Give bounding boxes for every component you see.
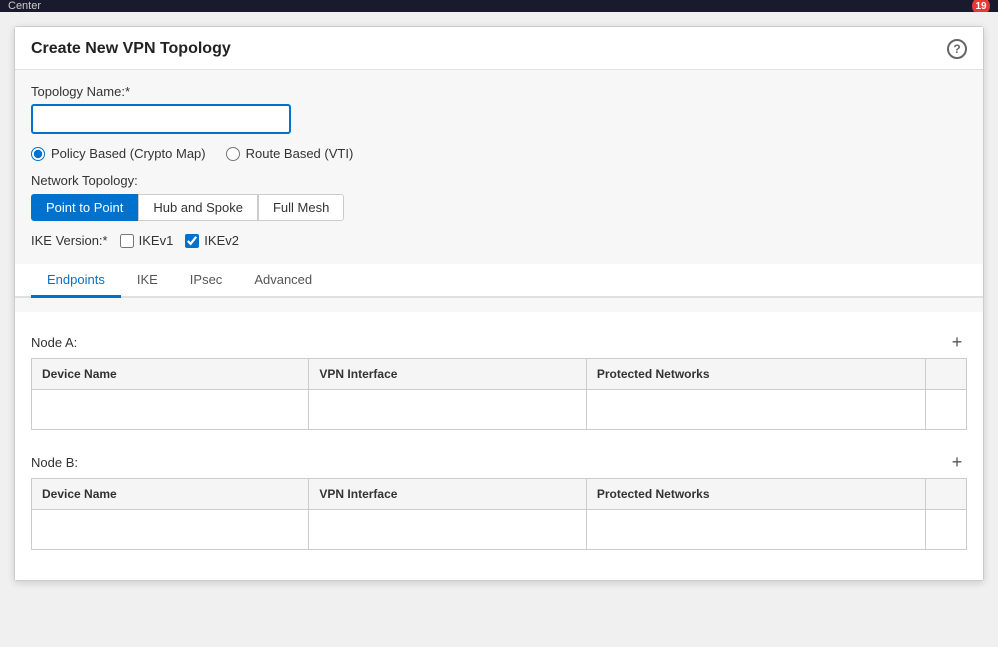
node-a-col-networks: Protected Networks bbox=[586, 359, 925, 390]
tab-advanced[interactable]: Advanced bbox=[238, 264, 328, 298]
node-a-header: Node A: + bbox=[31, 326, 967, 358]
ike-version-label: IKE Version:* bbox=[31, 233, 108, 248]
topology-button-group: Point to Point Hub and Spoke Full Mesh bbox=[31, 194, 967, 221]
content-area: Node A: + Device Name VPN Interface Prot… bbox=[15, 312, 983, 580]
node-a-label: Node A: bbox=[31, 335, 77, 350]
btn-point-to-point[interactable]: Point to Point bbox=[31, 194, 138, 221]
node-b-empty-networks bbox=[586, 510, 925, 550]
top-bar: Center 19 bbox=[0, 0, 998, 12]
node-b-col-vpn: VPN Interface bbox=[309, 479, 586, 510]
node-a-add-button[interactable]: + bbox=[947, 332, 967, 352]
node-b-col-actions bbox=[925, 479, 966, 510]
tab-ike[interactable]: IKE bbox=[121, 264, 174, 298]
ikev2-checkbox[interactable] bbox=[185, 234, 199, 248]
node-a-col-vpn: VPN Interface bbox=[309, 359, 586, 390]
tabs-bar: Endpoints IKE IPsec Advanced bbox=[15, 264, 983, 298]
route-based-radio-input[interactable] bbox=[226, 147, 240, 161]
node-b-empty-device bbox=[32, 510, 309, 550]
modal-header: Create New VPN Topology ? bbox=[15, 27, 983, 70]
node-b-empty-vpn bbox=[309, 510, 586, 550]
ike-version-row: IKE Version:* IKEv1 IKEv2 bbox=[31, 233, 967, 248]
policy-based-radio-input[interactable] bbox=[31, 147, 45, 161]
modal-title: Create New VPN Topology bbox=[31, 40, 231, 58]
topology-name-group: Topology Name:* bbox=[31, 84, 967, 134]
ikev2-checkbox-item[interactable]: IKEv2 bbox=[185, 233, 239, 248]
node-b-header: Node B: + bbox=[31, 446, 967, 478]
topology-name-label: Topology Name:* bbox=[31, 84, 967, 99]
node-b-section: Node B: + Device Name VPN Interface Prot… bbox=[31, 446, 967, 550]
node-a-col-actions bbox=[925, 359, 966, 390]
btn-hub-and-spoke[interactable]: Hub and Spoke bbox=[138, 194, 258, 221]
policy-based-radio[interactable]: Policy Based (Crypto Map) bbox=[31, 146, 206, 161]
node-b-empty-row bbox=[32, 510, 967, 550]
node-a-section: Node A: + Device Name VPN Interface Prot… bbox=[31, 326, 967, 430]
policy-based-label: Policy Based (Crypto Map) bbox=[51, 146, 206, 161]
node-b-add-button[interactable]: + bbox=[947, 452, 967, 472]
node-a-table-header-row: Device Name VPN Interface Protected Netw… bbox=[32, 359, 967, 390]
modal: Create New VPN Topology ? Topology Name:… bbox=[14, 26, 984, 581]
help-icon[interactable]: ? bbox=[947, 39, 967, 59]
node-b-empty-actions bbox=[925, 510, 966, 550]
vpn-type-radio-group: Policy Based (Crypto Map) Route Based (V… bbox=[31, 146, 967, 161]
node-a-col-device: Device Name bbox=[32, 359, 309, 390]
btn-full-mesh[interactable]: Full Mesh bbox=[258, 194, 344, 221]
ikev1-checkbox-item[interactable]: IKEv1 bbox=[120, 233, 174, 248]
ikev1-checkbox[interactable] bbox=[120, 234, 134, 248]
modal-overlay: Create New VPN Topology ? Topology Name:… bbox=[0, 12, 998, 647]
node-a-empty-actions bbox=[925, 390, 966, 430]
modal-body-top: Topology Name:* Policy Based (Crypto Map… bbox=[15, 70, 983, 312]
ikev1-label: IKEv1 bbox=[139, 233, 174, 248]
topology-name-input[interactable] bbox=[31, 104, 291, 134]
app-title: Center bbox=[8, 0, 41, 12]
node-b-table-header-row: Device Name VPN Interface Protected Netw… bbox=[32, 479, 967, 510]
node-a-empty-device bbox=[32, 390, 309, 430]
node-a-empty-vpn bbox=[309, 390, 586, 430]
node-a-empty-row bbox=[32, 390, 967, 430]
node-a-table: Device Name VPN Interface Protected Netw… bbox=[31, 358, 967, 430]
tab-ipsec[interactable]: IPsec bbox=[174, 264, 239, 298]
network-topology-label: Network Topology: bbox=[31, 173, 967, 188]
node-b-label: Node B: bbox=[31, 455, 78, 470]
node-b-table: Device Name VPN Interface Protected Netw… bbox=[31, 478, 967, 550]
node-b-col-device: Device Name bbox=[32, 479, 309, 510]
node-b-col-networks: Protected Networks bbox=[586, 479, 925, 510]
node-a-empty-networks bbox=[586, 390, 925, 430]
route-based-label: Route Based (VTI) bbox=[246, 146, 354, 161]
ikev2-label: IKEv2 bbox=[204, 233, 239, 248]
route-based-radio[interactable]: Route Based (VTI) bbox=[226, 146, 354, 161]
network-topology-group: Network Topology: Point to Point Hub and… bbox=[31, 173, 967, 221]
tab-endpoints[interactable]: Endpoints bbox=[31, 264, 121, 298]
